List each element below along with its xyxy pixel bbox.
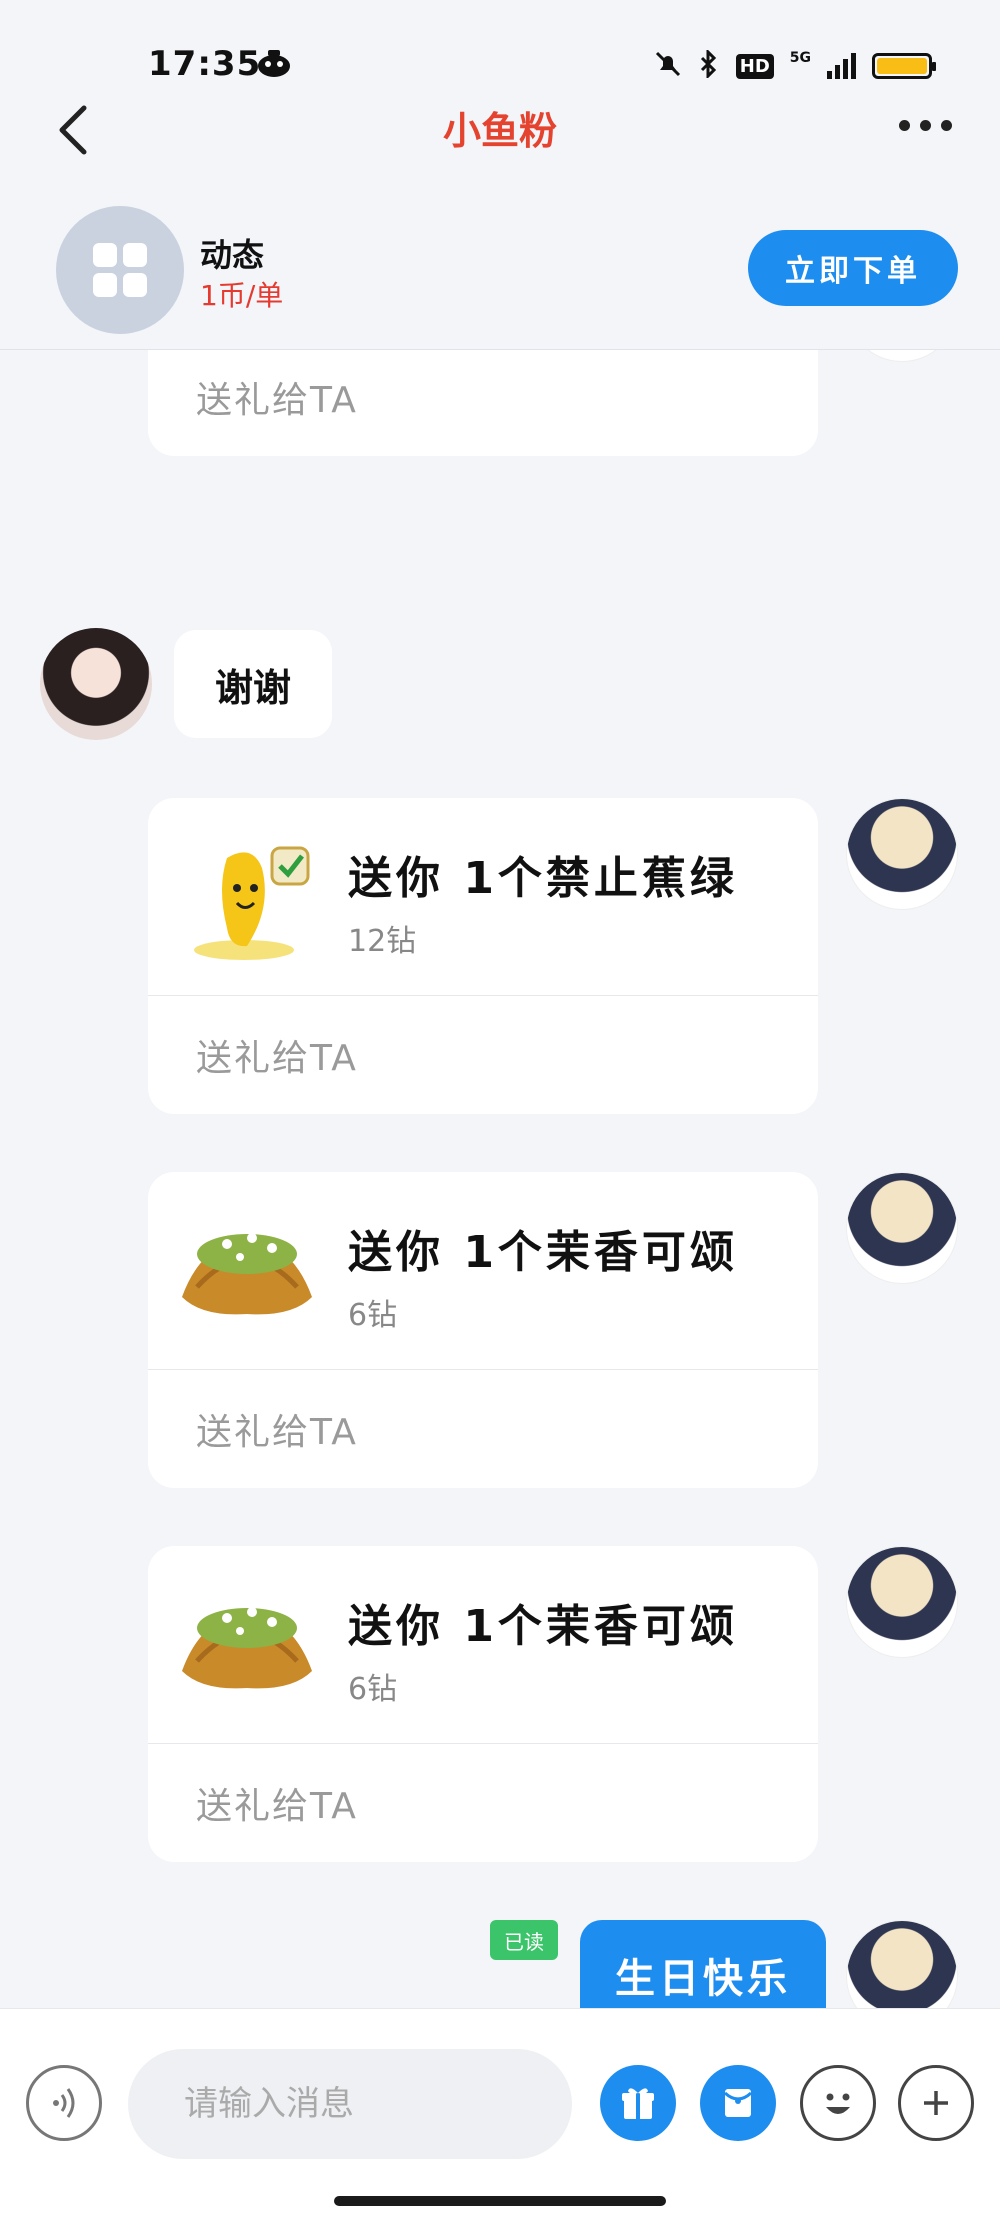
status-icons: HD 5G — [654, 48, 936, 82]
mute-icon — [654, 50, 682, 82]
croissant-gift-icon — [172, 1202, 322, 1342]
gift-message-text: 送你 1个茉香可颂 — [348, 1227, 738, 1278]
message-input[interactable] — [128, 2049, 572, 2159]
home-indicator[interactable] — [334, 2196, 666, 2206]
hd-icon: HD — [735, 53, 774, 79]
status-time: 17:35 — [148, 44, 262, 84]
dynamic-avatar[interactable] — [56, 206, 184, 334]
croissant-gift-icon — [172, 1576, 322, 1716]
app-notification-icon — [256, 48, 292, 78]
my-avatar[interactable] — [846, 350, 958, 362]
gift-card-top: 送你 1个禁止蕉绿 12钻 — [148, 798, 818, 996]
gift-message: 送你 1个禁止蕉绿 12钻 送礼给TA — [148, 798, 818, 1114]
status-bar: 17:35 HD 5G — [0, 0, 1000, 100]
chat-message-list[interactable]: 4钻 送礼给TA 谢谢 送你 1个禁止蕉绿 12钻 送礼给TA 送你 1个茉香可… — [0, 350, 1000, 2008]
plus-icon — [924, 2091, 948, 2115]
more-dot-icon — [941, 120, 952, 131]
dynamic-title[interactable]: 动态 — [200, 230, 264, 276]
send-gift-button[interactable]: 送礼给TA — [148, 350, 818, 456]
network-type: 5G — [789, 50, 811, 66]
page-title: 小鱼粉 — [442, 109, 557, 153]
battery-icon — [872, 53, 936, 79]
bluetooth-icon — [698, 48, 720, 82]
read-status-badge: 已读 — [490, 1920, 558, 1960]
my-avatar[interactable] — [846, 1920, 958, 2008]
gift-card-top: 送你 1个茉香可颂 6钻 — [148, 1546, 818, 1744]
text-message-bubble[interactable]: 谢谢 — [174, 630, 332, 738]
input-bar — [0, 2008, 1000, 2222]
gift-price: 12钻 — [348, 924, 417, 959]
contact-avatar[interactable] — [40, 628, 152, 740]
smile-icon — [826, 2093, 850, 2114]
send-gift-button[interactable]: 送礼给TA — [148, 1744, 818, 1862]
my-avatar[interactable] — [846, 1172, 958, 1284]
my-avatar[interactable] — [846, 1546, 958, 1658]
emoji-button[interactable] — [800, 2065, 876, 2141]
gift-price: 6钻 — [348, 1298, 398, 1333]
profile-bar: 动态 1币/单 立即下单 — [0, 190, 1000, 350]
service-price: 1币/单 — [200, 279, 284, 312]
apps-grid-icon — [93, 243, 147, 297]
gift-button[interactable] — [600, 2065, 676, 2141]
gift-price: 6钻 — [348, 1672, 398, 1707]
gift-icon — [622, 2088, 654, 2119]
text-message-bubble[interactable]: 生日快乐 — [580, 1920, 826, 2008]
more-actions-button[interactable] — [898, 2065, 974, 2141]
more-options-button[interactable] — [899, 120, 952, 131]
gift-message-text: 送你 1个禁止蕉绿 — [348, 853, 738, 904]
banana-gift-icon — [182, 828, 322, 968]
red-packet-button[interactable] — [700, 2065, 776, 2141]
voice-icon — [53, 2088, 75, 2118]
more-dot-icon — [899, 120, 910, 131]
gift-message: 送你 1个茉香可颂 6钻 送礼给TA — [148, 1546, 818, 1862]
send-gift-button[interactable]: 送礼给TA — [148, 1370, 818, 1488]
my-avatar[interactable] — [846, 798, 958, 910]
voice-button[interactable] — [26, 2065, 102, 2141]
order-now-button[interactable]: 立即下单 — [748, 230, 958, 306]
gift-message: 送你 1个茉香可颂 6钻 送礼给TA — [148, 1172, 818, 1488]
gift-message-text: 送你 1个茉香可颂 — [348, 1601, 738, 1652]
signal-icon — [827, 53, 856, 79]
gift-message: 4钻 送礼给TA — [148, 350, 818, 456]
envelope-icon — [723, 2089, 753, 2117]
send-gift-button[interactable]: 送礼给TA — [148, 996, 818, 1114]
more-dot-icon — [920, 120, 931, 131]
gift-card-top: 送你 1个茉香可颂 6钻 — [148, 1172, 818, 1370]
